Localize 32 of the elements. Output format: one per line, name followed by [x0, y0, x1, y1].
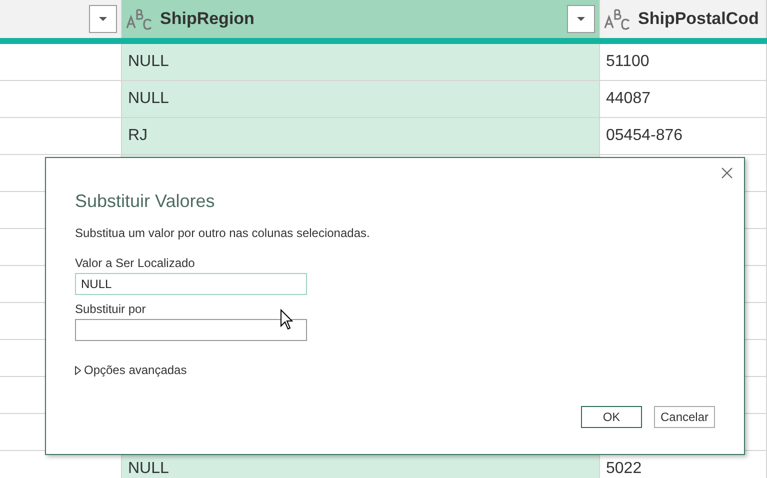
dialog-button[interactable]: OK [581, 406, 642, 428]
triangle-right-icon [75, 366, 81, 374]
caret-icon [98, 16, 108, 22]
mouse-cursor-icon [280, 309, 293, 330]
column-title: ShipPostalCod [638, 8, 759, 30]
close-icon [721, 167, 733, 179]
table-cell-text: 51100 [606, 52, 650, 72]
text-type-icon [604, 8, 630, 30]
advanced-options-toggle[interactable]: Opções avançadas [75, 361, 187, 379]
field-label: Valor a Ser Localizado [75, 256, 196, 270]
field-label: Substituir por [75, 302, 147, 316]
column-filter-dropdown[interactable] [89, 5, 117, 33]
column-header[interactable] [0, 0, 122, 38]
column-filter-dropdown[interactable] [567, 5, 595, 33]
column-header[interactable]: ShipRegion [122, 0, 600, 38]
table-cell-text: 44087 [606, 89, 650, 109]
table-cell-text: NULL [128, 459, 169, 478]
column-title: ShipRegion [160, 8, 254, 30]
input-field[interactable]: NULL [75, 273, 307, 295]
caret-icon [576, 16, 586, 22]
dialog-title: Substituir Valores [75, 190, 216, 212]
text-type-icon [126, 8, 152, 30]
table-cell-text: 05454-876 [606, 126, 683, 146]
close-button[interactable] [720, 166, 734, 180]
table-cell-text: RJ [128, 126, 148, 146]
table-cell-text: NULL [128, 89, 169, 109]
column-header[interactable]: ShipPostalCod [600, 0, 767, 38]
dialog-description: Substitua um valor por outro nas colunas selecionadas. [75, 225, 371, 242]
table-cell-text: NULL [128, 52, 169, 72]
input-field[interactable] [75, 319, 307, 341]
dialog-button[interactable]: Cancelar [654, 406, 715, 428]
table-cell-text: 5022 [606, 459, 642, 478]
